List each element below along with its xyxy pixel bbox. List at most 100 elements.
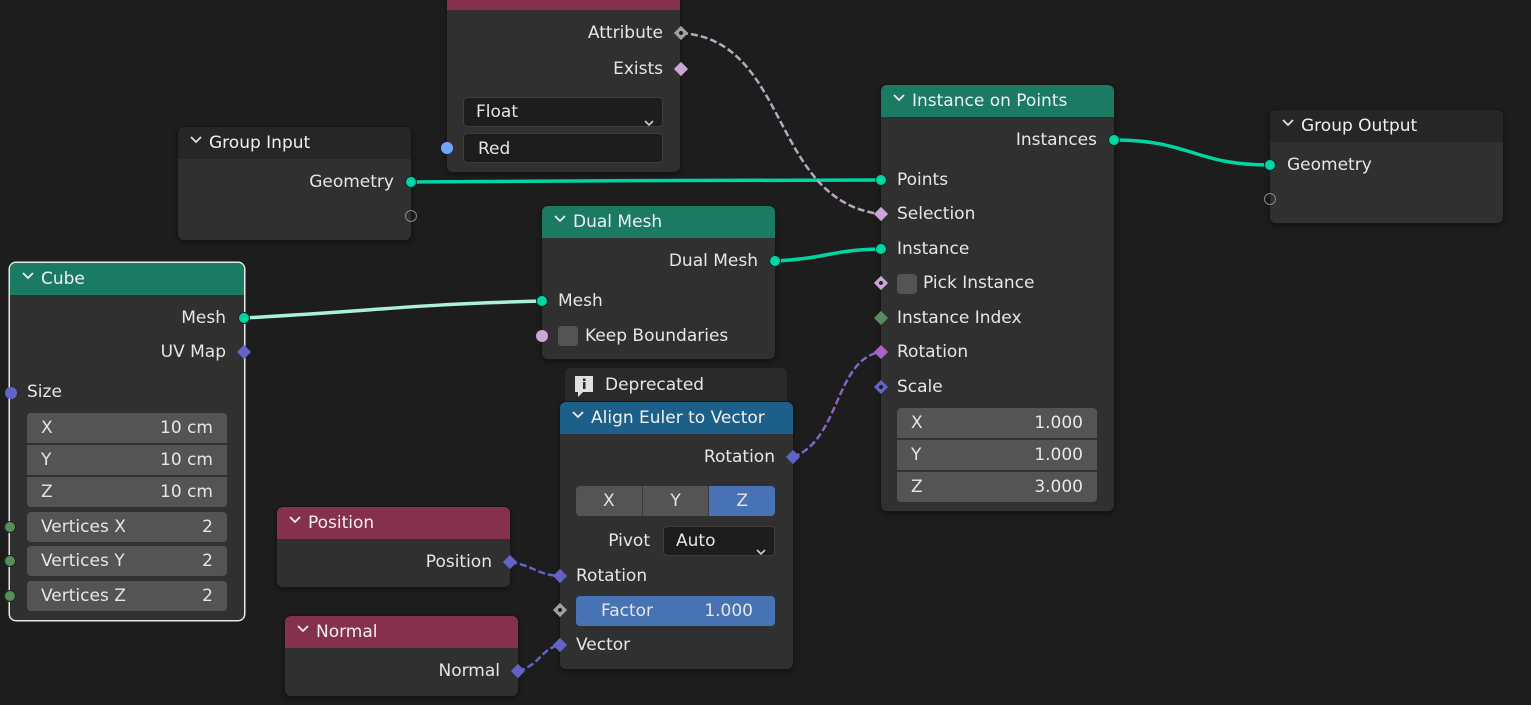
rotation-output-label: Rotation bbox=[703, 447, 775, 467]
size-input-socket[interactable] bbox=[5, 387, 17, 399]
chevron-down-icon[interactable] bbox=[289, 516, 301, 526]
vertices-y-field[interactable]: Vertices Y 2 bbox=[27, 546, 227, 576]
vector-input-socket[interactable] bbox=[552, 637, 568, 653]
instances-output-socket[interactable] bbox=[1108, 134, 1120, 146]
link-dual-mesh-to-instance[interactable] bbox=[774, 247, 881, 263]
exists-output-socket[interactable] bbox=[673, 61, 689, 77]
factor-slider[interactable]: Factor 1.000 bbox=[576, 596, 775, 626]
link-attribute-to-selection[interactable] bbox=[680, 31, 881, 216]
mesh-input-socket[interactable] bbox=[536, 295, 548, 307]
chevron-down-icon[interactable] bbox=[893, 94, 905, 104]
rotation-input-socket[interactable] bbox=[873, 344, 889, 360]
axis-y-button[interactable]: Y bbox=[642, 486, 710, 516]
keep-boundaries-label: Keep Boundaries bbox=[585, 326, 729, 346]
instance-on-points-header[interactable]: Instance on Points bbox=[881, 85, 1114, 117]
vertices-z-socket[interactable] bbox=[4, 590, 16, 602]
selection-input-socket[interactable] bbox=[873, 206, 889, 222]
vertices-x-socket[interactable] bbox=[4, 521, 16, 533]
scale-y-field[interactable]: Y 1.000 bbox=[897, 440, 1097, 470]
dual-mesh-node[interactable]: Dual Mesh Dual Mesh Mesh Keep Boundaries bbox=[536, 206, 781, 359]
pick-instance-checkbox[interactable] bbox=[897, 274, 917, 294]
instance-index-socket[interactable] bbox=[873, 310, 889, 326]
position-header[interactable]: Position bbox=[277, 507, 510, 539]
chevron-down-icon[interactable] bbox=[1282, 119, 1294, 129]
mesh-output-socket[interactable] bbox=[238, 312, 250, 324]
geometry-input-label: Geometry bbox=[1287, 155, 1372, 175]
link-rotation-to-rotation[interactable] bbox=[792, 350, 881, 459]
axis-z-button[interactable]: Z bbox=[709, 486, 775, 516]
dual-mesh-title: Dual Mesh bbox=[573, 212, 663, 232]
link-group-input-to-points[interactable] bbox=[410, 178, 881, 184]
pick-instance-socket[interactable] bbox=[873, 275, 889, 291]
group-output-title: Group Output bbox=[1301, 116, 1418, 136]
vertices-x-field[interactable]: Vertices X 2 bbox=[27, 512, 227, 542]
link-normal-to-vector[interactable] bbox=[517, 643, 560, 673]
link-cube-mesh-to-dual-mesh[interactable] bbox=[243, 299, 542, 320]
group-input-node[interactable]: Group Input Geometry bbox=[178, 127, 417, 240]
chevron-down-icon[interactable] bbox=[297, 625, 309, 635]
empty-input-socket[interactable] bbox=[1264, 193, 1276, 205]
chevron-down-icon[interactable] bbox=[572, 411, 584, 421]
vertices-z-field[interactable]: Vertices Z 2 bbox=[27, 581, 227, 611]
data-type-dropdown[interactable]: Float bbox=[463, 97, 663, 127]
pivot-dropdown[interactable]: Auto bbox=[663, 526, 775, 556]
points-input-socket[interactable] bbox=[875, 174, 887, 186]
link-position-to-rotation[interactable] bbox=[509, 560, 560, 578]
normal-node[interactable]: Normal Normal bbox=[285, 616, 526, 696]
axis-label: X bbox=[41, 418, 53, 438]
scale-x-field[interactable]: X 1.000 bbox=[897, 408, 1097, 438]
group-output-node[interactable]: Group Output Geometry bbox=[1264, 110, 1503, 223]
position-output-socket[interactable] bbox=[502, 554, 518, 570]
size-y-field[interactable]: Y 10 cm bbox=[27, 445, 227, 475]
factor-input-socket[interactable] bbox=[552, 602, 568, 618]
rotation-input-socket[interactable] bbox=[552, 568, 568, 584]
named-attribute-header[interactable] bbox=[447, 0, 680, 10]
keep-boundaries-checkbox[interactable] bbox=[558, 326, 578, 346]
group-output-header[interactable]: Group Output bbox=[1270, 110, 1503, 142]
geometry-output-socket[interactable] bbox=[405, 176, 417, 188]
chevron-down-icon[interactable] bbox=[22, 272, 34, 282]
scale-input-socket[interactable] bbox=[873, 379, 889, 395]
instance-input-socket[interactable] bbox=[875, 243, 887, 255]
uv-map-output-socket[interactable] bbox=[236, 344, 252, 360]
link-instances-to-group-output[interactable] bbox=[1113, 138, 1270, 167]
cube-node[interactable]: Cube Mesh UV Map Size X 10 cm Y 10 cm Z 10 … bbox=[4, 263, 252, 620]
name-input-socket[interactable] bbox=[441, 142, 453, 154]
group-input-header[interactable]: Group Input bbox=[178, 127, 411, 159]
scale-z-value: 3.000 bbox=[1034, 477, 1083, 497]
normal-header[interactable]: Normal bbox=[285, 616, 518, 648]
dual-mesh-header[interactable]: Dual Mesh bbox=[542, 206, 775, 238]
name-field[interactable]: Red bbox=[463, 133, 663, 163]
chevron-down-icon[interactable] bbox=[554, 215, 566, 225]
align-euler-header[interactable]: Align Euler to Vector bbox=[560, 402, 793, 434]
align-euler-title: Align Euler to Vector bbox=[591, 408, 765, 428]
scale-z-field[interactable]: Z 3.000 bbox=[897, 472, 1097, 502]
instance-on-points-node[interactable]: Instance on Points Instances Points Sele… bbox=[873, 85, 1120, 511]
align-euler-node[interactable]: Align Euler to Vector Rotation X Y Z Piv… bbox=[552, 402, 801, 669]
empty-output-socket[interactable] bbox=[405, 210, 417, 222]
attribute-output-socket[interactable] bbox=[673, 25, 689, 41]
deprecated-warning: Deprecated bbox=[565, 368, 787, 402]
keep-boundaries-socket[interactable] bbox=[536, 330, 548, 342]
cube-header[interactable]: Cube bbox=[10, 263, 244, 295]
size-x-field[interactable]: X 10 cm bbox=[27, 413, 227, 443]
scale-y-value: 1.000 bbox=[1034, 445, 1083, 465]
factor-value: 1.000 bbox=[704, 601, 753, 621]
scale-fields: X 1.000 Y 1.000 Z 3.000 bbox=[897, 408, 1097, 502]
dual-mesh-output-socket[interactable] bbox=[769, 255, 781, 267]
position-output-label: Position bbox=[425, 552, 492, 572]
position-title: Position bbox=[308, 513, 375, 533]
geometry-input-socket[interactable] bbox=[1264, 159, 1276, 171]
axis-x-button[interactable]: X bbox=[576, 486, 643, 516]
vertices-y-socket[interactable] bbox=[4, 555, 16, 567]
exists-output-label: Exists bbox=[613, 59, 663, 79]
chevron-down-icon[interactable] bbox=[190, 136, 202, 146]
position-node[interactable]: Position Position bbox=[277, 507, 518, 587]
vertices-z-label: Vertices Z bbox=[41, 586, 126, 606]
pivot-label: Pivot bbox=[608, 531, 650, 551]
rotation-output-socket[interactable] bbox=[785, 449, 801, 465]
size-z-field[interactable]: Z 10 cm bbox=[27, 477, 227, 507]
named-attribute-node[interactable]: Attribute Exists Float Red bbox=[441, 0, 689, 172]
normal-output-socket[interactable] bbox=[510, 663, 526, 679]
instances-output-label: Instances bbox=[1015, 130, 1097, 150]
